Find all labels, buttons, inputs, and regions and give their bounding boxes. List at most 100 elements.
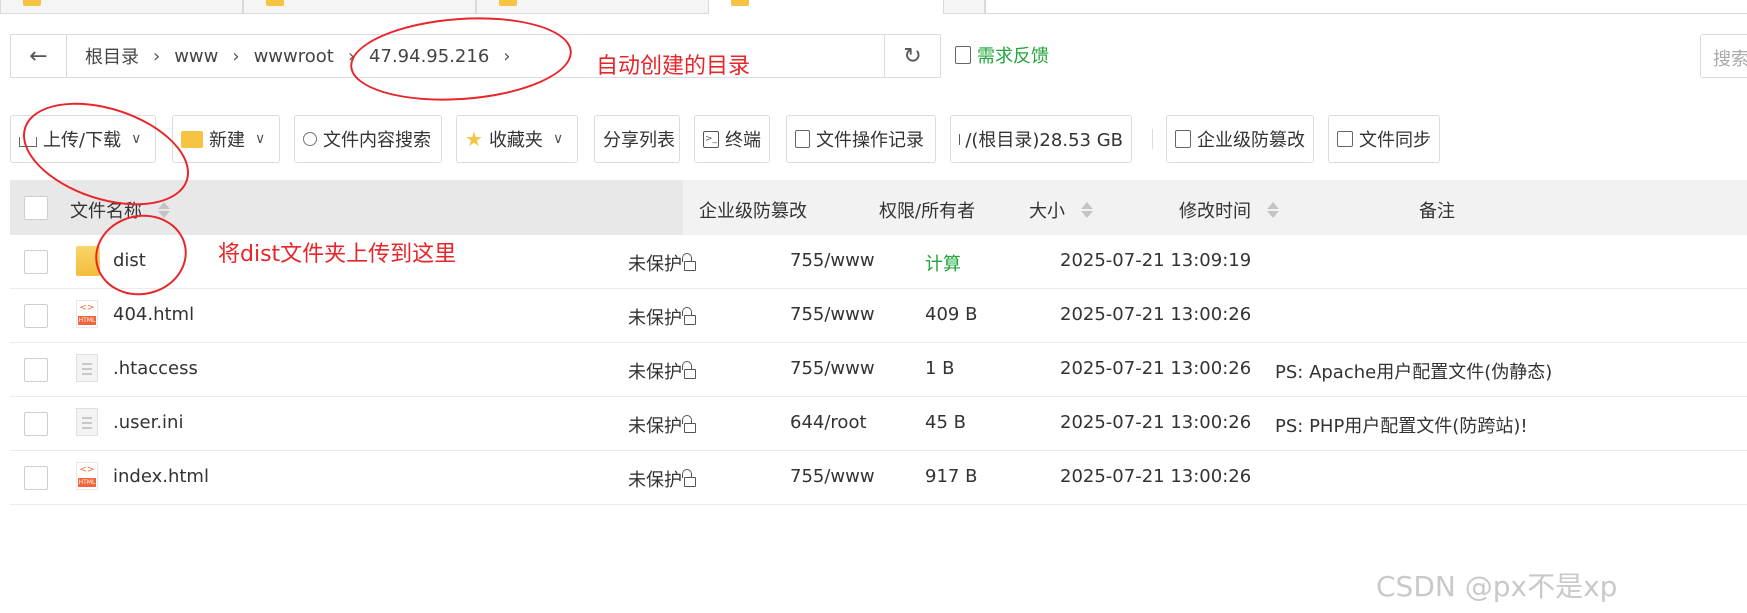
- column-header-perm: 权限/所有者: [879, 197, 975, 223]
- row-checkbox[interactable]: [24, 304, 48, 328]
- unlock-icon: [682, 415, 696, 433]
- terminal-button[interactable]: >_ 终端: [694, 115, 770, 163]
- annotation-auto-dir: 自动创建的目录: [596, 54, 751, 79]
- chevron-down-icon: ∨: [552, 131, 564, 147]
- tab-1[interactable]: [0, 0, 243, 14]
- new-folder-icon: [181, 130, 203, 148]
- row-checkbox[interactable]: [24, 358, 48, 382]
- sort-icon: [1267, 202, 1279, 218]
- column-header-size[interactable]: 大小: [1029, 197, 1093, 223]
- file-name[interactable]: index.html: [113, 466, 209, 487]
- permission[interactable]: 644/root: [790, 412, 867, 433]
- folder-icon: [731, 0, 749, 6]
- share-list-button[interactable]: 分享列表: [594, 115, 680, 163]
- new-button[interactable]: 新建 ∨: [172, 115, 280, 163]
- tamper-label: 企业级防篡改: [1197, 130, 1305, 151]
- annotation-upload-here: 将dist文件夹上传到这里: [218, 242, 457, 267]
- protect-label: 未保护: [628, 308, 682, 329]
- table-row[interactable]: .user.ini 未保护 644/root 45 B 2025-07-21 1…: [10, 397, 1747, 451]
- table-row[interactable]: .htaccess 未保护 755/www 1 B 2025-07-21 13:…: [10, 343, 1747, 397]
- calculate-size-link[interactable]: 计算: [925, 250, 961, 276]
- protect-status[interactable]: 未保护: [628, 250, 696, 276]
- tab-2[interactable]: [243, 0, 476, 14]
- protect-label: 未保护: [628, 362, 682, 383]
- star-icon: ★: [465, 127, 483, 151]
- permission[interactable]: 755/www: [790, 250, 875, 271]
- tab-strip: [0, 0, 1747, 14]
- column-header-protect: 企业级防篡改: [699, 197, 807, 223]
- modified-time: 2025-07-21 13:00:26: [1060, 466, 1252, 487]
- search-input[interactable]: 搜索: [1700, 34, 1747, 78]
- favorites-label: 收藏夹: [488, 130, 543, 151]
- feedback-link[interactable]: 需求反馈: [955, 42, 1049, 68]
- row-checkbox[interactable]: [24, 412, 48, 436]
- column-header-mtime[interactable]: 修改时间: [1179, 197, 1279, 223]
- table-row[interactable]: <> HTML 404.html 未保护 755/www 409 B 2025-0…: [10, 289, 1747, 343]
- permission[interactable]: 755/www: [790, 466, 875, 487]
- terminal-icon: >_: [703, 130, 719, 148]
- file-size: 1 B: [925, 358, 955, 379]
- file-name[interactable]: .user.ini: [113, 412, 183, 433]
- tab-strip-filler: [985, 0, 1747, 14]
- note[interactable]: PS: PHP用户配置文件(防跨站)!: [1275, 412, 1528, 438]
- column-label: 备注: [1419, 201, 1455, 222]
- share-list-label: 分享列表: [603, 130, 675, 151]
- note[interactable]: PS: Apache用户配置文件(伪静态): [1275, 358, 1552, 384]
- protect-status[interactable]: 未保护: [628, 412, 696, 438]
- file-name[interactable]: .htaccess: [113, 358, 198, 379]
- arrow-left-icon: ←: [29, 43, 48, 69]
- tab-active[interactable]: [709, 0, 943, 14]
- select-all-checkbox[interactable]: [24, 196, 48, 220]
- text-file-icon: [76, 354, 98, 382]
- column-header-note: 备注: [1419, 197, 1455, 223]
- disk-button[interactable]: /(根目录)28.53 GB: [950, 115, 1132, 163]
- breadcrumb-item-wwwroot[interactable]: wwwroot: [244, 46, 344, 67]
- row-checkbox[interactable]: [24, 466, 48, 490]
- edit-icon: [955, 46, 971, 64]
- shield-icon: [1175, 130, 1191, 148]
- content-search-label: 文件内容搜索: [323, 130, 431, 151]
- file-size: 409 B: [925, 304, 978, 325]
- breadcrumb-item-root[interactable]: 根目录: [75, 43, 149, 69]
- row-checkbox[interactable]: [24, 250, 48, 274]
- back-button[interactable]: ←: [11, 35, 67, 77]
- protect-label: 未保护: [628, 254, 682, 275]
- protect-status[interactable]: 未保护: [628, 466, 696, 492]
- content-search-button[interactable]: 文件内容搜索: [294, 115, 442, 163]
- file-size: 45 B: [925, 412, 966, 433]
- toolbar: 上传/下载 ∨ 新建 ∨ 文件内容搜索 ★ 收藏夹 ∨ 分享列表 >_ 终端 文…: [10, 115, 1747, 163]
- column-label: 权限/所有者: [879, 201, 976, 222]
- html-file-icon: <> HTML: [76, 300, 98, 328]
- protect-status[interactable]: 未保护: [628, 358, 696, 384]
- tab-dropdown[interactable]: [943, 0, 985, 14]
- op-log-button[interactable]: 文件操作记录: [786, 115, 936, 163]
- sync-icon: [1337, 131, 1353, 147]
- html-file-icon: <> HTML: [76, 462, 98, 490]
- folder-icon: [266, 0, 284, 6]
- toolbar-divider: [1152, 129, 1153, 149]
- tab-3[interactable]: [476, 0, 709, 14]
- unlock-icon: [682, 361, 696, 379]
- file-size: 917 B: [925, 466, 978, 487]
- file-name[interactable]: 404.html: [113, 304, 194, 325]
- unlock-icon: [682, 307, 696, 325]
- sort-icon: [158, 202, 170, 218]
- annotation-circle-site-dir: [347, 10, 575, 108]
- file-sync-label: 文件同步: [1359, 130, 1431, 151]
- table-row[interactable]: <> HTML index.html 未保护 755/www 917 B 2025…: [10, 451, 1747, 505]
- permission[interactable]: 755/www: [790, 304, 875, 325]
- breadcrumb-item-www[interactable]: www: [164, 46, 228, 67]
- refresh-button[interactable]: ↻: [884, 35, 940, 77]
- protect-status[interactable]: 未保护: [628, 304, 696, 330]
- disk-label: /(根目录)28.53 GB: [965, 130, 1123, 151]
- folder-icon: [499, 0, 517, 6]
- tamper-button[interactable]: 企业级防篡改: [1166, 115, 1314, 163]
- new-label: 新建: [209, 130, 245, 151]
- permission[interactable]: 755/www: [790, 358, 875, 379]
- file-sync-button[interactable]: 文件同步: [1328, 115, 1440, 163]
- favorites-button[interactable]: ★ 收藏夹 ∨: [456, 115, 578, 163]
- column-label: 大小: [1029, 201, 1065, 222]
- text-file-icon: [76, 408, 98, 436]
- column-label: 企业级防篡改: [699, 201, 807, 222]
- protect-label: 未保护: [628, 470, 682, 491]
